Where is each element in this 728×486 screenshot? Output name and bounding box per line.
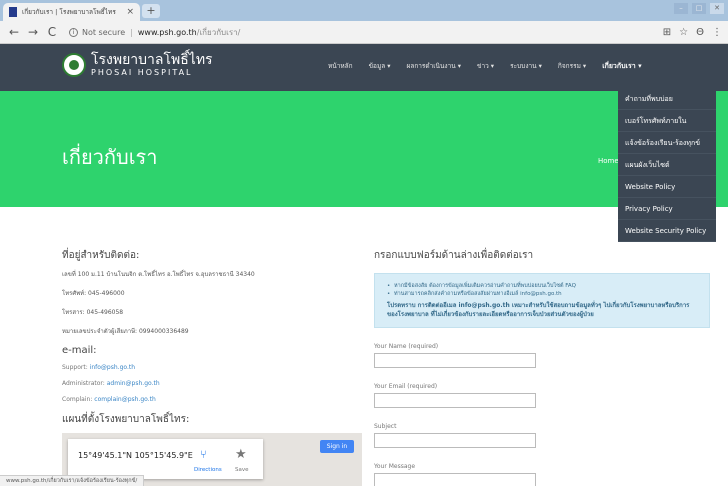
address-bar[interactable]: i Not secure | www.psh.go.th /เกี่ยวกับเ… bbox=[69, 26, 663, 39]
dropdown-item-phone[interactable]: เบอร์โทรศัพท์ภายใน bbox=[618, 110, 716, 132]
page-title: เกี่ยวกับเรา bbox=[62, 145, 158, 169]
minimize-icon[interactable]: – bbox=[674, 3, 688, 14]
window-controls: – □ ✕ bbox=[674, 3, 724, 14]
url-separator: | bbox=[130, 27, 133, 37]
email-heading: e-mail: bbox=[62, 345, 97, 356]
support-email-link[interactable]: info@psh.go.th bbox=[90, 364, 135, 371]
menu-activities[interactable]: กิจกรรม ▾ bbox=[558, 61, 586, 72]
map-coordinates: 15°49'45.1"N 105°15'45.9"E bbox=[78, 451, 193, 460]
breadcrumb-home[interactable]: Home bbox=[598, 157, 619, 165]
notice-list: หากมีข้อสงสัย ต้องการข้อมูลเพิ่มเติมควรอ… bbox=[387, 282, 697, 298]
complain-row: Complain: complain@psh.go.th bbox=[62, 396, 342, 403]
info-icon[interactable]: i bbox=[69, 27, 78, 37]
site-logo[interactable]: โรงพยาบาลโพธิ์ไทร PHOSAI HOSPITAL bbox=[62, 53, 213, 77]
contact-info: ที่อยู่สำหรับติดต่อ: เลขที่ 100 ม.11 บ้า… bbox=[62, 248, 342, 427]
bookmark-star-icon[interactable]: ☆ bbox=[679, 27, 688, 38]
contact-heading: ที่อยู่สำหรับติดต่อ: bbox=[62, 250, 140, 261]
toolbar-actions: ⊞ ☆ Θ ⋮ bbox=[663, 27, 722, 38]
about-dropdown: คำถามที่พบบ่อย เบอร์โทรศัพท์ภายใน แจ้งข้… bbox=[618, 88, 716, 242]
form-heading: กรอกแบบฟอร์มด้านล่างเพื่อติดต่อเรา bbox=[374, 250, 534, 261]
url-host: www.psh.go.th bbox=[137, 27, 197, 37]
menu-info[interactable]: ข้อมูล ▾ bbox=[369, 61, 391, 72]
email-input[interactable] bbox=[374, 393, 536, 408]
main-menu: หน้าหลัก ข้อมูล ▾ ผลการดำเนินงาน ▾ ข่าว … bbox=[328, 61, 658, 72]
logo-english-name: PHOSAI HOSPITAL bbox=[91, 68, 193, 77]
logo-emblem-icon bbox=[62, 53, 86, 77]
complain-label: Complain: bbox=[62, 396, 93, 403]
contact-phone: โทรศัพท์: 045-496000 bbox=[62, 290, 125, 297]
site-favicon-icon bbox=[9, 7, 17, 17]
dropdown-item-security-policy[interactable]: Website Security Policy bbox=[618, 220, 716, 242]
directions-label[interactable]: Directions bbox=[194, 467, 222, 473]
name-input[interactable] bbox=[374, 353, 536, 368]
message-label: Your Message bbox=[374, 463, 416, 470]
dropdown-item-complaint[interactable]: แจ้งข้อร้องเรียน-ร้องทุกข์ bbox=[618, 132, 716, 154]
contact-taxid: หมายเลขประจำตัวผู้เสียภาษี: 099400033648… bbox=[62, 328, 189, 335]
map-title: แผนที่ตั้งโรงพยาบาลโพธิ์ไทร: bbox=[62, 414, 190, 425]
admin-email-link[interactable]: admin@psh.go.th bbox=[107, 380, 160, 387]
contact-form: กรอกแบบฟอร์มด้านล่างเพื่อติดต่อเรา หากมี… bbox=[374, 248, 714, 486]
notice-note: โปรดทราบ การติดต่ออีเมล info@psh.go.th เ… bbox=[387, 302, 690, 318]
translate-icon[interactable]: ⊞ bbox=[663, 27, 671, 38]
security-label: Not secure bbox=[82, 27, 126, 37]
browser-tab-bar: เกี่ยวกับเรา | โรงพยาบาลโพธิ์ไทร × + – □… bbox=[0, 0, 728, 21]
directions-icon[interactable]: ⑂ bbox=[200, 449, 211, 460]
message-input[interactable] bbox=[374, 473, 536, 486]
map-info-card: 15°49'45.1"N 105°15'45.9"E ⑂ Directions … bbox=[68, 439, 263, 479]
name-label: Your Name (required) bbox=[374, 343, 439, 350]
contact-fax: โทรสาร: 045-496058 bbox=[62, 309, 124, 316]
status-bar-url: www.psh.go.th/เกี่ยวกับเรา/แจ้งข้อร้องเร… bbox=[0, 475, 145, 486]
map-signin-button[interactable]: Sign in bbox=[320, 440, 354, 453]
new-tab-button[interactable]: + bbox=[142, 4, 160, 18]
menu-home[interactable]: หน้าหลัก bbox=[328, 61, 353, 72]
subject-input[interactable] bbox=[374, 433, 536, 448]
menu-systems[interactable]: ระบบงาน ▾ bbox=[510, 61, 542, 72]
email-label: Your Email (required) bbox=[374, 383, 438, 390]
complain-email-link[interactable]: complain@psh.go.th bbox=[94, 396, 156, 403]
browser-tab[interactable]: เกี่ยวกับเรา | โรงพยาบาลโพธิ์ไทร × bbox=[3, 3, 140, 21]
tab-title: เกี่ยวกับเรา | โรงพยาบาลโพธิ์ไทร bbox=[22, 8, 116, 16]
tab-close-icon[interactable]: × bbox=[126, 7, 134, 17]
dropdown-item-sitemap[interactable]: แผนผังเว็บไซต์ bbox=[618, 154, 716, 176]
contact-address: เลขที่ 100 ม.11 บ้านโนนจิก ต.โพธิ์ไทร อ.… bbox=[62, 271, 255, 278]
admin-row: Administrator: admin@psh.go.th bbox=[62, 380, 342, 387]
menu-news[interactable]: ข่าว ▾ bbox=[477, 61, 494, 72]
site-header: โรงพยาบาลโพธิ์ไทร PHOSAI HOSPITAL หน้าหล… bbox=[0, 44, 728, 91]
menu-dots-icon[interactable]: ⋮ bbox=[712, 27, 722, 38]
dropdown-item-faq[interactable]: คำถามที่พบบ่อย bbox=[618, 88, 716, 110]
menu-about[interactable]: เกี่ยวกับเรา ▾ bbox=[602, 61, 641, 72]
admin-label: Administrator: bbox=[62, 380, 105, 387]
notice-bullet: หากมีข้อสงสัย ต้องการข้อมูลเพิ่มเติมควรอ… bbox=[387, 282, 697, 290]
account-icon[interactable]: Θ bbox=[696, 27, 704, 38]
form-notice: หากมีข้อสงสัย ต้องการข้อมูลเพิ่มเติมควรอ… bbox=[374, 273, 710, 328]
url-path: /เกี่ยวกับเรา/ bbox=[196, 27, 241, 37]
forward-icon[interactable]: → bbox=[25, 25, 41, 39]
back-icon[interactable]: ← bbox=[6, 25, 22, 39]
logo-text: โรงพยาบาลโพธิ์ไทร PHOSAI HOSPITAL bbox=[91, 53, 213, 77]
reload-icon[interactable]: C bbox=[44, 25, 60, 39]
save-label[interactable]: Save bbox=[235, 467, 249, 473]
menu-performance[interactable]: ผลการดำเนินงาน ▾ bbox=[407, 61, 461, 72]
window-close-icon[interactable]: ✕ bbox=[710, 3, 724, 14]
dropdown-item-privacy-policy[interactable]: Privacy Policy bbox=[618, 198, 716, 220]
subject-label: Subject bbox=[374, 423, 397, 430]
logo-thai-name: โรงพยาบาลโพธิ์ไทร bbox=[91, 52, 213, 68]
dropdown-item-website-policy[interactable]: Website Policy bbox=[618, 176, 716, 198]
save-star-icon[interactable]: ★ bbox=[235, 447, 247, 462]
notice-bullet: ท่านสามารถคลิกส่งคำถามหรือข้อสงสัยผ่านทา… bbox=[387, 290, 697, 298]
support-row: Support: info@psh.go.th bbox=[62, 364, 342, 371]
support-label: Support: bbox=[62, 364, 88, 371]
maximize-icon[interactable]: □ bbox=[692, 3, 706, 14]
browser-toolbar: ← → C i Not secure | www.psh.go.th /เกี่… bbox=[0, 21, 728, 44]
